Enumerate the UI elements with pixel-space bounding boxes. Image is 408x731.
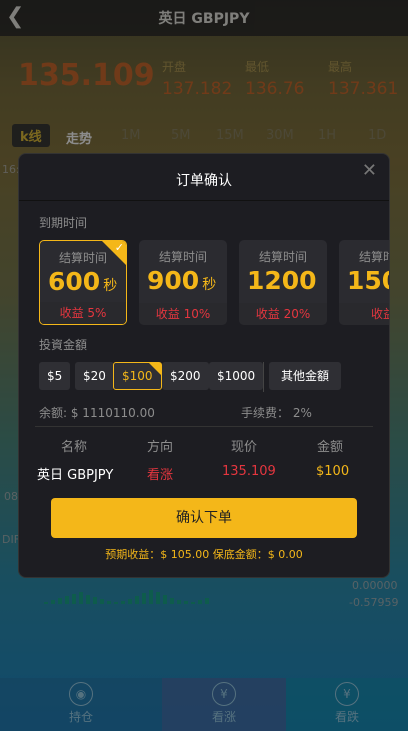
- duration-caption: 结算时间: [258, 250, 307, 264]
- amount-100[interactable]: $100: [113, 362, 162, 390]
- check-icon: [148, 363, 161, 375]
- expiry-label: 到期时间: [39, 216, 88, 230]
- close-icon[interactable]: ✕: [362, 160, 377, 181]
- check-icon: ✓: [102, 241, 126, 265]
- order-price: 135.109: [222, 464, 276, 479]
- other-amount-button[interactable]: 其他金額: [269, 362, 342, 390]
- confirm-order-button[interactable]: 确认下单: [51, 498, 357, 538]
- amount-20[interactable]: $20: [75, 362, 114, 390]
- header-price: 现价: [231, 440, 258, 455]
- order-name: 英日 GBPJPY: [37, 468, 114, 483]
- divider: [263, 362, 264, 392]
- duration-value: 600 秒: [48, 267, 118, 296]
- duration-value: 150: [347, 266, 389, 295]
- duration-option-partial[interactable]: 结算时间 150 收益: [339, 240, 389, 325]
- header-direction: 方向: [147, 440, 174, 455]
- duration-caption: 结算时间: [158, 250, 207, 264]
- header-name: 名称: [61, 440, 88, 455]
- duration-profit: 收益 20%: [239, 303, 327, 325]
- duration-profit: 收益 10%: [139, 303, 227, 325]
- amount-label: 投資金額: [39, 338, 88, 352]
- order-amount: $100: [316, 464, 350, 479]
- divider: [35, 426, 373, 427]
- balance-text: 余额: $ 1110110.00: [39, 406, 155, 420]
- amount-200[interactable]: $200: [162, 362, 209, 390]
- dialog-title: 订单确认: [176, 173, 232, 189]
- duration-profit: 收益: [339, 303, 389, 325]
- order-confirm-dialog: 订单确认 ✕ 到期时间 结算时间 600 秒 收益 5% ✓ 结算时间 900 秒 …: [18, 153, 390, 578]
- duration-caption: 结算时间: [358, 250, 389, 264]
- fee-text: 手续费： 2%: [241, 406, 312, 420]
- duration-option-900[interactable]: 结算时间 900 秒 收益 10%: [139, 240, 227, 325]
- expected-profit-text: 预期收益：$ 105.00 保底金额：$ 0.00: [105, 548, 303, 561]
- duration-option-600[interactable]: 结算时间 600 秒 收益 5% ✓: [39, 240, 127, 325]
- order-direction: 看涨: [147, 468, 174, 483]
- amount-1000[interactable]: $1000: [209, 362, 264, 390]
- duration-option-1200[interactable]: 结算时间 1200秒 收益 20%: [239, 240, 327, 325]
- duration-value: 900 秒: [147, 266, 217, 295]
- duration-profit: 收益 5%: [40, 302, 126, 324]
- header-amount: 金额: [317, 440, 344, 455]
- divider: [19, 200, 389, 201]
- amount-5[interactable]: $5: [39, 362, 71, 390]
